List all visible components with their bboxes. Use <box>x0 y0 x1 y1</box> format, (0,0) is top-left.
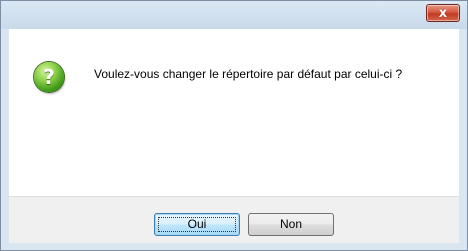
title-bar[interactable]: x <box>1 1 467 29</box>
close-icon: x <box>438 6 448 21</box>
question-icon: ? <box>34 62 64 92</box>
no-button[interactable]: Non <box>248 213 334 236</box>
yes-button[interactable]: Oui <box>154 213 240 236</box>
no-button-label: Non <box>279 217 302 231</box>
focus-rectangle <box>158 217 236 232</box>
dialog-content: ? Voulez-vous changer le répertoire par … <box>9 29 459 196</box>
message-dialog: x ? Voulez-vous changer le répertoire pa… <box>0 0 468 251</box>
button-bar: Oui Non <box>9 196 459 243</box>
dialog-message: Voulez-vous changer le répertoire par dé… <box>94 67 403 81</box>
close-button[interactable]: x <box>426 4 460 22</box>
